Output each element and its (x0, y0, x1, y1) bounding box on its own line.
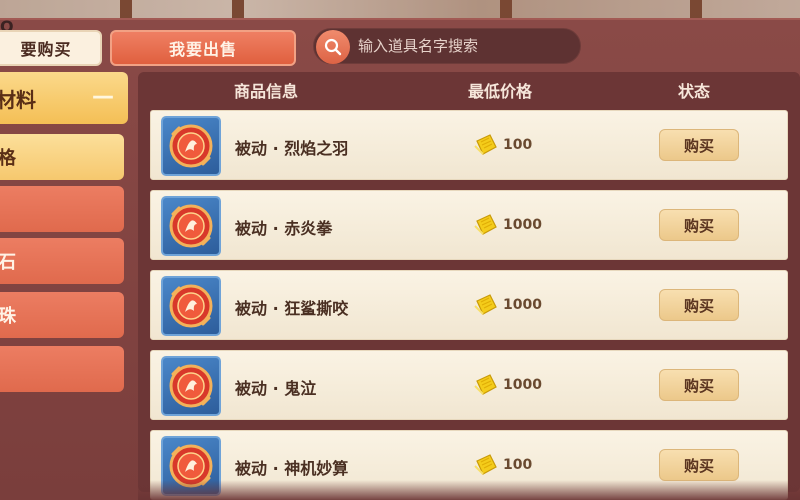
search-button[interactable] (316, 30, 350, 64)
buy-button-label: 购买 (683, 296, 714, 315)
category-sidebar: 材料 — 格 石 珠 (0, 72, 130, 482)
item-name: 被动 · 鬼泣 (235, 379, 317, 398)
market-panel: Q 要购买 我要出售 材料 — 格 石 珠 (0, 18, 800, 500)
gold-ticket-icon (474, 134, 497, 155)
item-name: 被动 · 赤炎拳 (235, 219, 333, 238)
buy-button-label: 购买 (683, 376, 714, 395)
table-row: 被动 · 狂鲨撕咬 1000 购买 (150, 270, 788, 340)
collapse-icon[interactable]: — (92, 86, 114, 108)
sidebar-item-2[interactable] (0, 186, 124, 232)
sidebar-item-label: 珠 (0, 306, 16, 327)
list-fade (138, 480, 800, 500)
sidebar-item-5[interactable] (0, 346, 124, 392)
sidebar-category-materials[interactable]: 材料 — (0, 72, 128, 124)
column-header-lowest-price: 最低价格 (468, 82, 533, 101)
price-value: 100 (503, 457, 533, 473)
item-icon-button[interactable] (161, 276, 221, 336)
gold-ticket-icon (474, 374, 497, 395)
item-price: 100 (473, 133, 532, 157)
column-header-status: 状态 (678, 82, 711, 101)
goods-table: 商品信息 最低价格 状态 被动 · 烈焰之羽 100 购买 被动 · 赤炎拳 1… (138, 72, 800, 500)
item-price: 1000 (473, 293, 542, 317)
table-row: 被动 · 赤炎拳 1000 购买 (150, 190, 788, 260)
buy-button-label: 购买 (683, 216, 714, 235)
buy-button-label: 购买 (683, 136, 714, 155)
price-value: 1000 (503, 217, 542, 233)
item-icon-button[interactable] (161, 116, 221, 176)
item-icon-button[interactable] (161, 356, 221, 416)
gold-ticket-icon (474, 294, 497, 315)
gold-ticket-icon (474, 214, 497, 235)
item-price: 1000 (473, 373, 542, 397)
sidebar-item-label: 石 (0, 252, 16, 273)
search-bar (313, 28, 581, 64)
sidebar-item-label: 格 (0, 148, 16, 169)
gold-ticket-icon (474, 454, 497, 475)
sidebar-item-4[interactable]: 珠 (0, 292, 124, 338)
buy-button[interactable]: 购买 (659, 449, 739, 481)
tab-buy-label: 要购买 (20, 40, 72, 59)
buy-button[interactable]: 购买 (659, 369, 739, 401)
table-header: 商品信息 最低价格 状态 (138, 72, 800, 102)
search-input[interactable] (358, 29, 578, 63)
item-name: 被动 · 神机妙算 (235, 459, 349, 478)
table-row: 被动 · 鬼泣 1000 购买 (150, 350, 788, 420)
column-header-goods-info: 商品信息 (234, 82, 299, 101)
tab-sell[interactable]: 我要出售 (110, 30, 296, 66)
tab-buy[interactable]: 要购买 (0, 30, 102, 66)
sidebar-item-3[interactable]: 石 (0, 238, 124, 284)
price-value: 1000 (503, 297, 542, 313)
tab-sell-label: 我要出售 (168, 40, 237, 59)
fire-fist-icon (169, 204, 213, 248)
fire-feather-icon (169, 124, 213, 168)
item-name: 被动 · 烈焰之羽 (235, 139, 349, 158)
buy-button-label: 购买 (683, 456, 714, 475)
table-row: 被动 · 烈焰之羽 100 购买 (150, 110, 788, 180)
shark-bite-icon (169, 284, 213, 328)
price-value: 100 (503, 137, 533, 153)
ghost-cry-icon (169, 364, 213, 408)
price-value: 1000 (503, 377, 542, 393)
buy-button[interactable]: 购买 (659, 209, 739, 241)
buy-button[interactable]: 购买 (659, 129, 739, 161)
sidebar-item-1[interactable]: 格 (0, 134, 124, 180)
item-icon-button[interactable] (161, 196, 221, 256)
search-icon (324, 38, 342, 56)
buy-button[interactable]: 购买 (659, 289, 739, 321)
item-price: 1000 (473, 213, 542, 237)
item-price: 100 (473, 453, 532, 477)
item-name: 被动 · 狂鲨撕咬 (235, 299, 349, 318)
sidebar-category-label: 材料 (0, 87, 36, 112)
